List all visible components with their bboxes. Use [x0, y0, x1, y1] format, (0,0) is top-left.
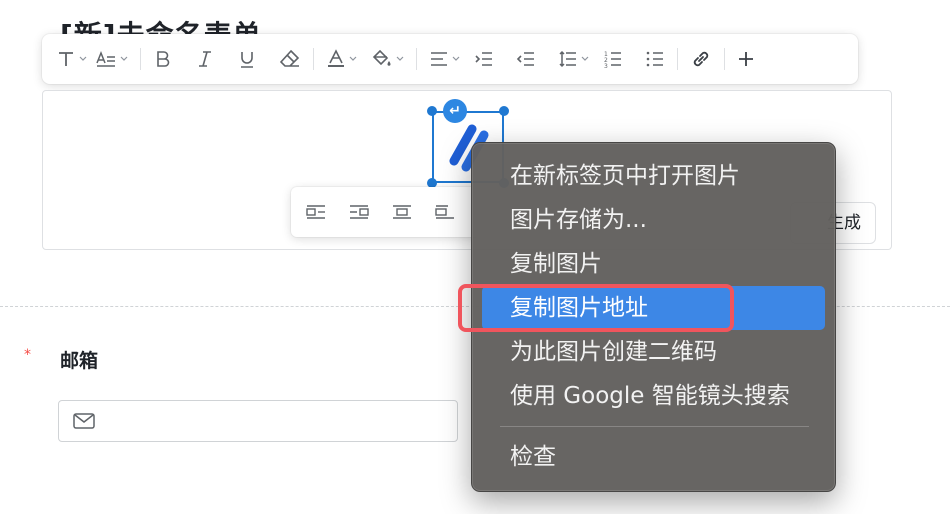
align-button[interactable]	[429, 44, 460, 74]
chevron-down-icon	[79, 56, 87, 61]
ordered-list-button[interactable]: 123	[603, 44, 623, 74]
chevron-down-icon	[396, 56, 404, 61]
chevron-down-icon	[120, 56, 128, 61]
indent-icon	[475, 52, 492, 66]
italic-icon	[199, 51, 211, 67]
chevron-down-icon	[349, 56, 357, 61]
italic-button[interactable]	[195, 44, 215, 74]
link-button[interactable]	[690, 44, 712, 74]
enter-icon[interactable]: ↵	[443, 99, 467, 123]
image-align-bar	[291, 187, 481, 237]
menu-item-create-qr-code[interactable]: 为此图片创建二维码	[482, 330, 825, 374]
line-height-button[interactable]	[558, 44, 589, 74]
menu-item-search-google-lens[interactable]: 使用 Google 智能镜头搜索	[482, 374, 825, 418]
context-menu: 在新标签页中打开图片 图片存储为... 复制图片 复制图片地址 为此图片创建二维…	[471, 142, 836, 492]
align-inline-button[interactable]	[434, 201, 456, 223]
menu-item-save-image-as[interactable]: 图片存储为...	[482, 198, 825, 242]
align-left-icon	[306, 205, 325, 219]
outdent-icon	[516, 52, 534, 66]
align-left-button[interactable]	[305, 201, 327, 223]
required-mark: *	[24, 347, 31, 363]
align-icon	[431, 52, 447, 66]
underline-icon	[241, 52, 253, 68]
resize-handle-tr[interactable]	[499, 106, 509, 116]
toolbar-divider	[313, 48, 314, 70]
plus-icon	[739, 52, 753, 66]
bold-icon	[157, 51, 170, 67]
toolbar-divider	[140, 48, 141, 70]
indent-button[interactable]	[474, 44, 494, 74]
email-label: 邮箱	[60, 350, 99, 372]
eraser-icon	[279, 49, 300, 67]
link-icon	[693, 51, 709, 67]
paragraph-style-icon	[96, 50, 115, 67]
chevron-down-icon	[581, 56, 589, 61]
insert-button[interactable]	[737, 44, 755, 74]
text-style-icon	[59, 52, 73, 66]
toolbar-divider	[416, 48, 417, 70]
bold-button[interactable]	[153, 44, 173, 74]
menu-item-copy-image-address[interactable]: 复制图片地址	[482, 286, 825, 330]
menu-item-inspect[interactable]: 检查	[482, 435, 825, 479]
paragraph-style-button[interactable]	[95, 44, 128, 74]
rich-text-toolbar: 123	[42, 34, 858, 84]
fill-color-icon	[372, 49, 391, 66]
align-inline-icon	[435, 205, 454, 219]
menu-item-copy-image[interactable]: 复制图片	[482, 242, 825, 286]
clear-format-button[interactable]	[279, 44, 301, 74]
line-height-icon	[559, 50, 576, 68]
underline-button[interactable]	[237, 44, 257, 74]
toolbar-divider	[724, 48, 725, 70]
menu-separator	[500, 426, 809, 427]
menu-item-open-image-new-tab[interactable]: 在新标签页中打开图片	[482, 154, 825, 198]
align-right-button[interactable]	[348, 201, 370, 223]
svg-text:3: 3	[604, 63, 608, 69]
email-field[interactable]	[58, 400, 458, 442]
align-center-button[interactable]	[391, 201, 413, 223]
font-color-button[interactable]	[326, 44, 357, 74]
font-color-icon	[328, 49, 344, 67]
text-style-button[interactable]	[56, 44, 87, 74]
align-center-icon	[393, 205, 411, 219]
outdent-button[interactable]	[516, 44, 536, 74]
mail-icon	[73, 413, 95, 429]
fill-color-button[interactable]	[371, 44, 404, 74]
resize-handle-tl[interactable]	[427, 106, 437, 116]
toolbar-divider	[677, 48, 678, 70]
bullet-list-button[interactable]	[645, 44, 665, 74]
ordered-list-icon: 123	[604, 51, 621, 69]
chevron-down-icon	[452, 56, 460, 61]
align-right-icon	[350, 205, 369, 219]
bullet-list-icon	[646, 51, 663, 67]
